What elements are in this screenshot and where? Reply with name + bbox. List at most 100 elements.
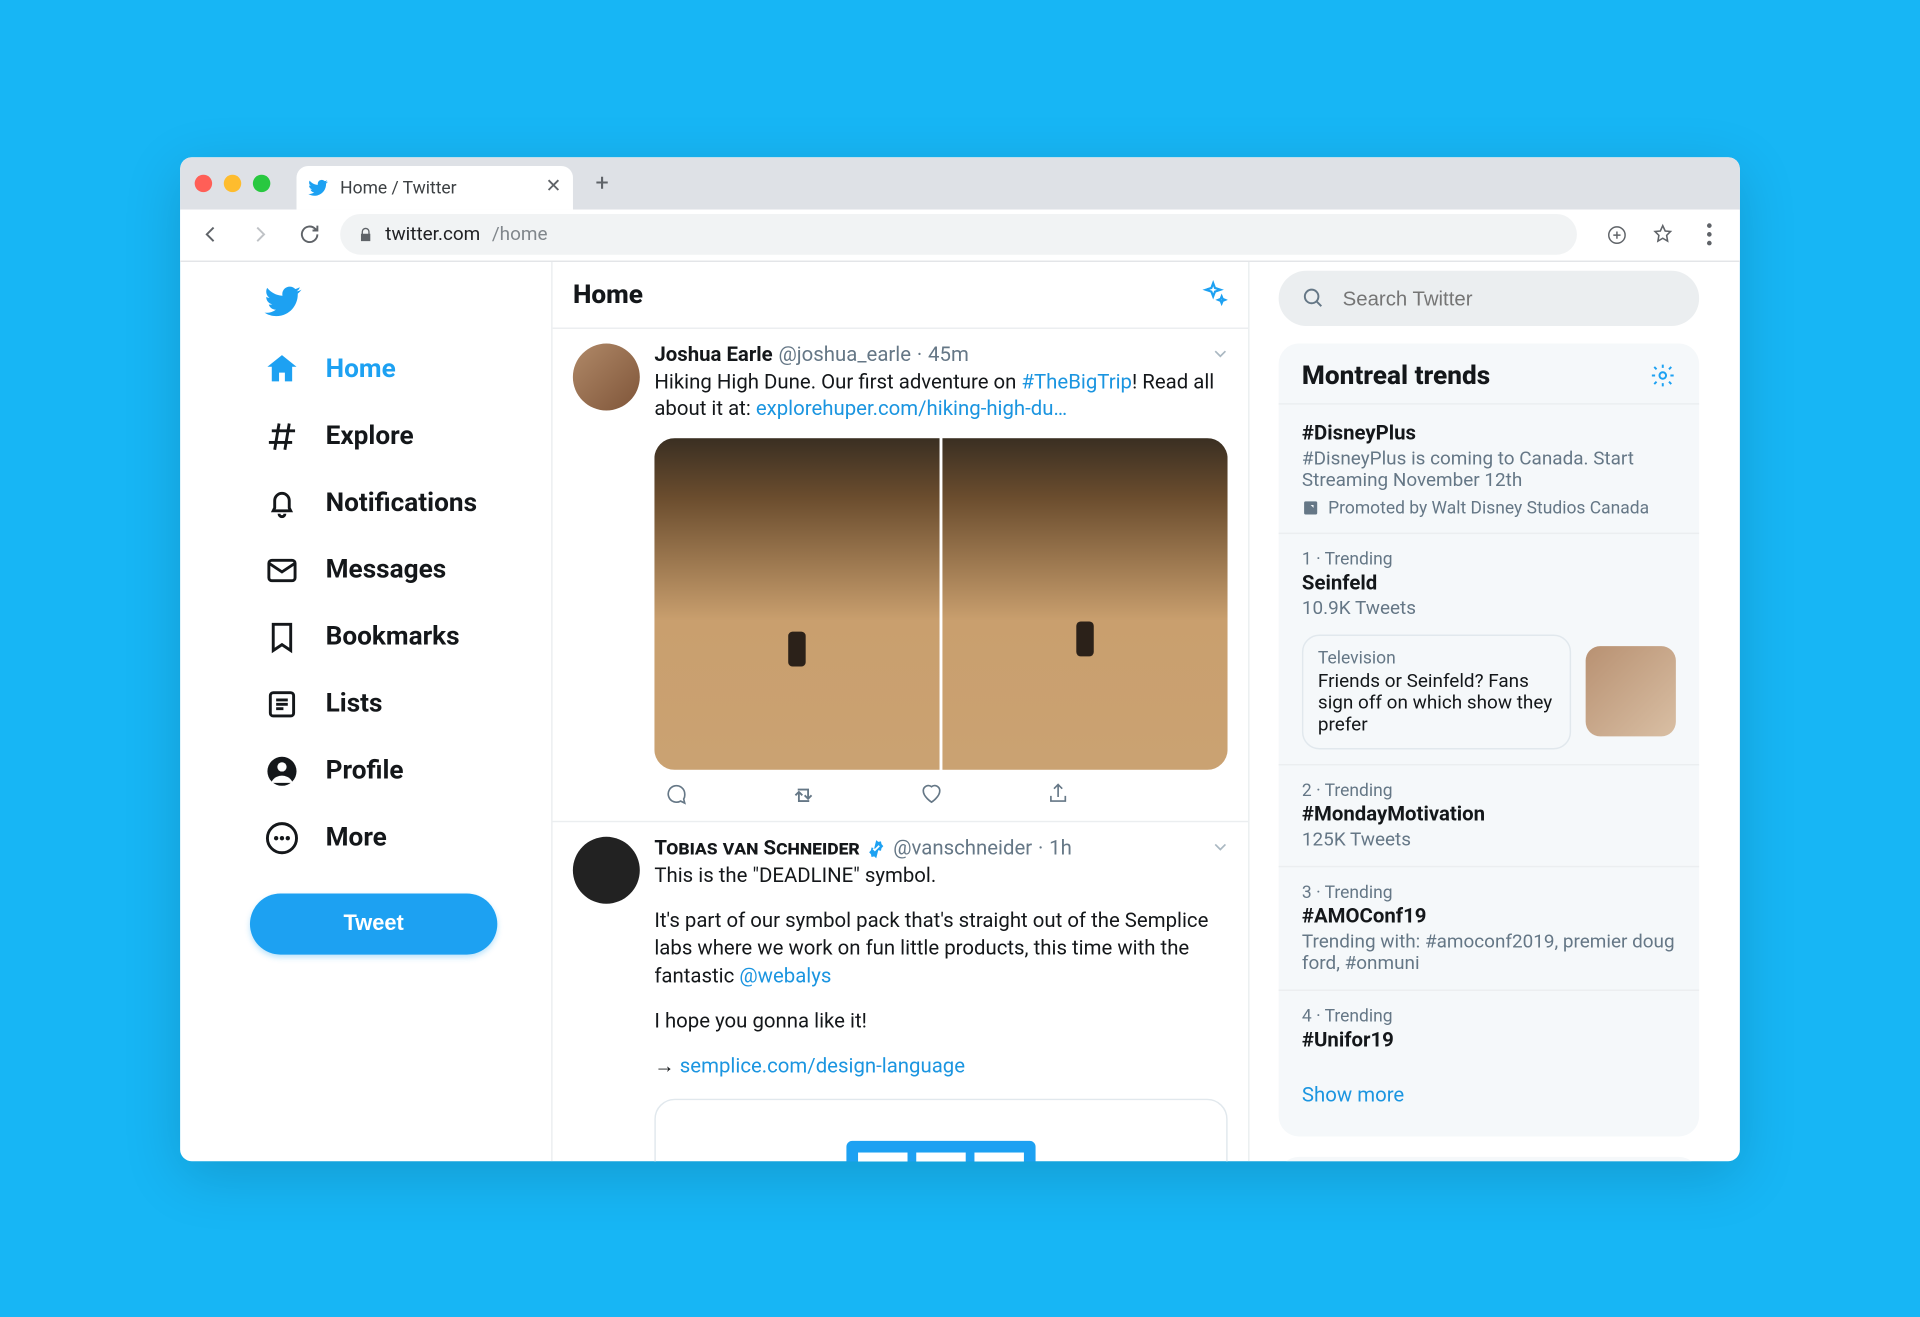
trend-name: #Unifor19 [1302,1028,1676,1051]
page-title: Home [573,279,643,310]
nav-explore[interactable]: Explore [250,404,540,468]
trend-meta: Trending with: #amoconf2019, premier dou… [1302,931,1676,975]
nav-label: Messages [326,554,447,585]
trend-item[interactable]: 1 · Trending Seinfeld 10.9K Tweets [1279,532,1699,634]
tweet-button[interactable]: Tweet [250,893,497,954]
tweet-hashtag[interactable]: #TheBigTrip [1022,370,1133,393]
tab-close-icon[interactable]: ✕ [545,176,561,198]
nav-more[interactable]: More [250,805,540,869]
browser-toolbar: twitter.com/home [180,209,1740,261]
twitter-bird-icon [265,282,303,320]
top-tweets-button[interactable] [1199,279,1228,308]
trend-name: #AMOConf19 [1302,904,1676,927]
hash-icon [265,418,300,453]
tweet-media[interactable] [654,438,1227,770]
lock-icon [358,226,374,242]
trend-meta: 125K Tweets [1302,829,1676,851]
nav-back-button[interactable] [192,215,230,253]
nav-home[interactable]: Home [250,337,540,401]
trend-rank: 3 · Trending [1302,881,1676,901]
retweet-button[interactable] [790,782,818,810]
tweet-menu-button[interactable] [1210,837,1230,857]
tab-title: Home / Twitter [340,177,534,197]
promoted-icon [1302,498,1319,515]
trend-item[interactable]: #DisneyPlus #DisneyPlus is coming to Can… [1279,402,1699,531]
tweet-link[interactable]: semplice.com/design-language [680,1055,965,1078]
bookmark-icon [265,619,300,654]
tweet-author-handle: @vanschneider [893,837,1032,860]
tweet[interactable]: Joshua Earle @joshua_earle · 45m Hiking … [553,328,1248,822]
heart-icon [919,782,944,807]
browser-tabbar: Home / Twitter ✕ + [180,157,1740,209]
trend-related[interactable]: Television Friends or Seinfeld? Fans sig… [1279,634,1699,763]
share-button[interactable] [1046,782,1071,810]
search-box[interactable] [1279,270,1699,325]
tweet-card[interactable] [654,1098,1227,1160]
tweet-image[interactable] [943,438,1228,770]
nav-label: Lists [326,688,383,719]
tweet[interactable]: Tobias van Schneider @vanschneider · 1h … [553,823,1248,1161]
verified-badge-icon [866,838,888,860]
trend-rank: 1 · Trending [1302,548,1676,568]
twitter-favicon-icon [308,177,328,197]
twitter-logo[interactable] [250,270,540,331]
tweet-mention[interactable]: @webalys [739,965,831,988]
trends-show-more[interactable]: Show more [1279,1069,1699,1121]
browser-menu-button[interactable] [1690,215,1728,253]
browser-tab[interactable]: Home / Twitter ✕ [297,165,573,209]
new-tab-button[interactable]: + [582,162,623,203]
avatar[interactable] [573,343,640,410]
nav-lists[interactable]: Lists [250,672,540,736]
trends-settings-button[interactable] [1650,362,1676,388]
like-button[interactable] [919,782,944,810]
search-input[interactable] [1343,286,1676,309]
minimize-window-button[interactable] [224,174,241,191]
mail-icon [265,552,300,587]
more-icon [265,820,300,855]
nav-label: Home [326,354,396,385]
kebab-icon [1706,223,1712,246]
avatar[interactable] [573,837,640,904]
close-window-button[interactable] [195,174,212,191]
tweet-image[interactable] [654,438,939,770]
symbol-graphic [847,1140,1036,1160]
sidebar: Home Explore Notifications Messages Book… [180,261,551,1160]
nav-messages[interactable]: Messages [250,538,540,602]
nav-reload-button[interactable] [291,215,329,253]
browser-window: Home / Twitter ✕ + twitter.com/home [180,157,1740,1161]
trend-item[interactable]: 4 · Trending #Unifor19 [1279,989,1699,1069]
arrow-left-icon [199,223,222,246]
nav-notifications[interactable]: Notifications [250,471,540,535]
related-category: Television [1318,647,1555,667]
address-bar[interactable]: twitter.com/home [340,214,1577,255]
maximize-window-button[interactable] [253,174,270,191]
trend-name: Seinfeld [1302,571,1676,594]
share-icon [1046,782,1071,807]
bookmark-star-button[interactable] [1644,215,1682,253]
search-icon [1302,286,1325,309]
nav-label: Notifications [326,488,477,519]
timeline-body[interactable]: Joshua Earle @joshua_earle · 45m Hiking … [553,328,1248,1160]
nav-forward-button[interactable] [241,215,279,253]
nav-profile[interactable]: Profile [250,739,540,803]
home-icon [265,351,300,386]
who-to-follow-card: Who to follow [1279,1156,1699,1160]
tweet-menu-button[interactable] [1210,343,1230,363]
trend-item[interactable]: 3 · Trending #AMOConf19 Trending with: #… [1279,865,1699,989]
trend-rank: 4 · Trending [1302,1005,1676,1025]
reload-icon [298,223,321,246]
tweet-link[interactable]: explorehuper.com/hiking-high-du… [756,398,1067,421]
trends-title: Montreal trends [1302,360,1490,391]
trend-name: #MondayMotivation [1302,803,1676,826]
profile-icon [265,753,300,788]
trends-card: Montreal trends #DisneyPlus #DisneyPlus … [1279,343,1699,1136]
list-icon [265,686,300,721]
window-controls [195,174,271,191]
install-app-button[interactable] [1597,215,1635,253]
trend-name: #DisneyPlus [1302,421,1676,444]
trend-item[interactable]: 2 · Trending #MondayMotivation 125K Twee… [1279,763,1699,865]
nav-bookmarks[interactable]: Bookmarks [250,605,540,669]
nav-label: Profile [326,755,404,786]
reply-button[interactable] [663,782,688,810]
tweet-author-name: Tobias van Schneider [654,837,859,860]
